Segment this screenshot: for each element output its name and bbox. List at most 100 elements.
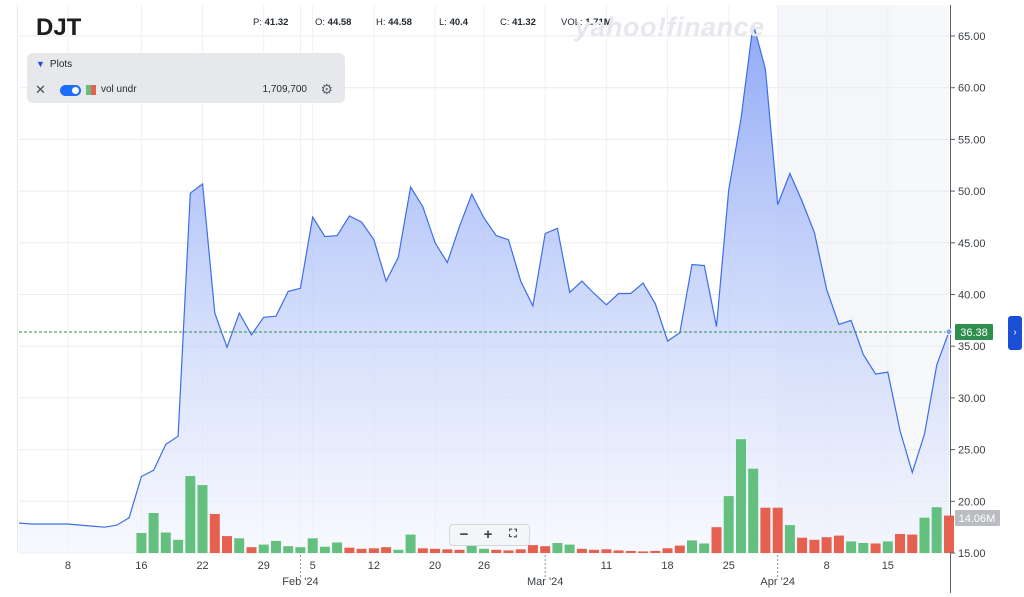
volume-bar <box>711 527 722 553</box>
volume-bar <box>931 507 942 553</box>
chevron-right-icon[interactable]: › <box>1008 316 1022 350</box>
zoom-controls: − + ⛶ <box>449 524 530 546</box>
volume-bar <box>185 476 196 553</box>
volume-bar <box>736 439 746 553</box>
volume-bar <box>417 548 428 553</box>
volume-bar <box>699 543 710 553</box>
x-tick-label: 20 <box>429 560 441 572</box>
volume-bar <box>552 543 563 553</box>
collapse-triangle-icon[interactable]: ▼ <box>36 59 45 69</box>
y-tick-label: 30.00 <box>958 393 986 405</box>
volume-bar <box>454 549 465 553</box>
y-tick-label: 45.00 <box>958 238 986 250</box>
y-tick-label: 60.00 <box>958 83 986 95</box>
plot-item-row: ✕ vol undr 1,709,700 ⚙ <box>27 81 345 98</box>
volume-bar <box>148 513 159 553</box>
volume-bar <box>797 537 808 553</box>
volume-bar <box>332 542 343 553</box>
volume-bar <box>515 549 526 553</box>
x-tick-label: 26 <box>478 560 490 572</box>
volume-bar <box>466 545 477 553</box>
zoom-in-button[interactable]: + <box>476 525 500 545</box>
x-tick-label: 22 <box>196 560 208 572</box>
plot-item-name: vol undr <box>101 84 137 95</box>
volume-bar <box>858 543 869 553</box>
plots-header[interactable]: ▼ Plots <box>36 59 72 70</box>
volume-bar <box>258 544 269 553</box>
yahoo-finance-logo: yahoo!finance <box>575 12 765 42</box>
zoom-out-button[interactable]: − <box>452 525 476 545</box>
volume-bar <box>246 547 257 553</box>
volume-bar <box>307 538 318 553</box>
volume-bar <box>295 547 306 553</box>
y-tick-label: 20.00 <box>958 496 986 508</box>
volume-bar <box>491 549 502 553</box>
last-point <box>945 328 953 336</box>
volume-bar <box>895 534 905 553</box>
x-tick-label: 12 <box>368 560 380 572</box>
volume-bar <box>772 507 783 553</box>
volume-bar <box>160 532 171 553</box>
volume-bar <box>503 550 514 553</box>
volume-bar <box>589 549 600 553</box>
volume-bar <box>784 525 795 553</box>
volume-bar <box>222 536 232 553</box>
volume-bar <box>344 547 355 553</box>
gear-icon[interactable]: ⚙ <box>320 81 333 98</box>
volume-bar <box>882 541 893 553</box>
plots-panel: ▼ Plots ✕ vol undr 1,709,700 ⚙ <box>27 53 345 103</box>
volume-bar <box>393 549 404 553</box>
volume-bar <box>674 545 685 553</box>
plot-visibility-toggle[interactable] <box>60 85 81 96</box>
volume-bar <box>907 534 918 553</box>
volume-bar <box>662 548 673 553</box>
x-tick-label: 15 <box>882 560 894 572</box>
stat-prev: P: 41.32 <box>253 17 289 28</box>
volume-bar <box>846 541 857 553</box>
volume-bar <box>638 551 649 553</box>
volume-bar <box>381 547 392 553</box>
volume-bar <box>760 507 771 553</box>
volume-bar <box>271 540 281 553</box>
volume-bar <box>944 515 954 553</box>
volume-bar <box>283 546 294 553</box>
volume-bar <box>723 496 734 553</box>
volume-bar <box>405 534 416 553</box>
x-tick-label: 5 <box>310 560 316 572</box>
volume-bar <box>356 548 367 553</box>
chart-left-border <box>17 5 18 553</box>
volume-bar <box>870 543 881 553</box>
volume-bar <box>173 539 184 553</box>
volume-bar <box>368 548 379 553</box>
y-tick-label: 25.00 <box>958 445 986 457</box>
volume-bar <box>430 548 440 553</box>
volume-bar <box>919 517 930 553</box>
y-tick-label: 40.00 <box>958 290 986 302</box>
x-tick-label: Feb '24 <box>282 576 318 588</box>
y-tick-label: 35.00 <box>958 341 986 353</box>
volume-bar <box>234 538 245 553</box>
plot-item-value: 1,709,700 <box>262 84 308 95</box>
x-tick-label: 11 <box>601 560 612 572</box>
close-icon[interactable]: ✕ <box>35 82 46 98</box>
fit-screen-icon[interactable]: ⛶ <box>501 525 525 545</box>
x-tick-label: 16 <box>135 560 147 572</box>
x-tick-label: Mar '24 <box>527 576 563 588</box>
volume-bar <box>209 514 220 553</box>
stat-close: C: 41.32 <box>500 17 536 28</box>
x-tick-label: 18 <box>661 560 673 572</box>
volume-bar <box>527 545 538 553</box>
stat-high: H: 44.58 <box>376 17 412 28</box>
y-tick-label: 50.00 <box>958 186 986 198</box>
ticker-symbol: DJT <box>36 14 82 41</box>
x-tick-label: 25 <box>723 560 735 572</box>
volume-bar <box>319 546 330 553</box>
volume-bar <box>136 533 147 553</box>
volume-badge-label: 14.06M <box>959 513 996 525</box>
volume-bar <box>479 548 489 553</box>
volume-bar <box>601 549 612 553</box>
x-tick-label: 8 <box>65 560 71 572</box>
volume-bar <box>625 550 636 553</box>
stat-open: O: 44.58 <box>315 17 352 28</box>
volume-bar <box>687 540 697 553</box>
